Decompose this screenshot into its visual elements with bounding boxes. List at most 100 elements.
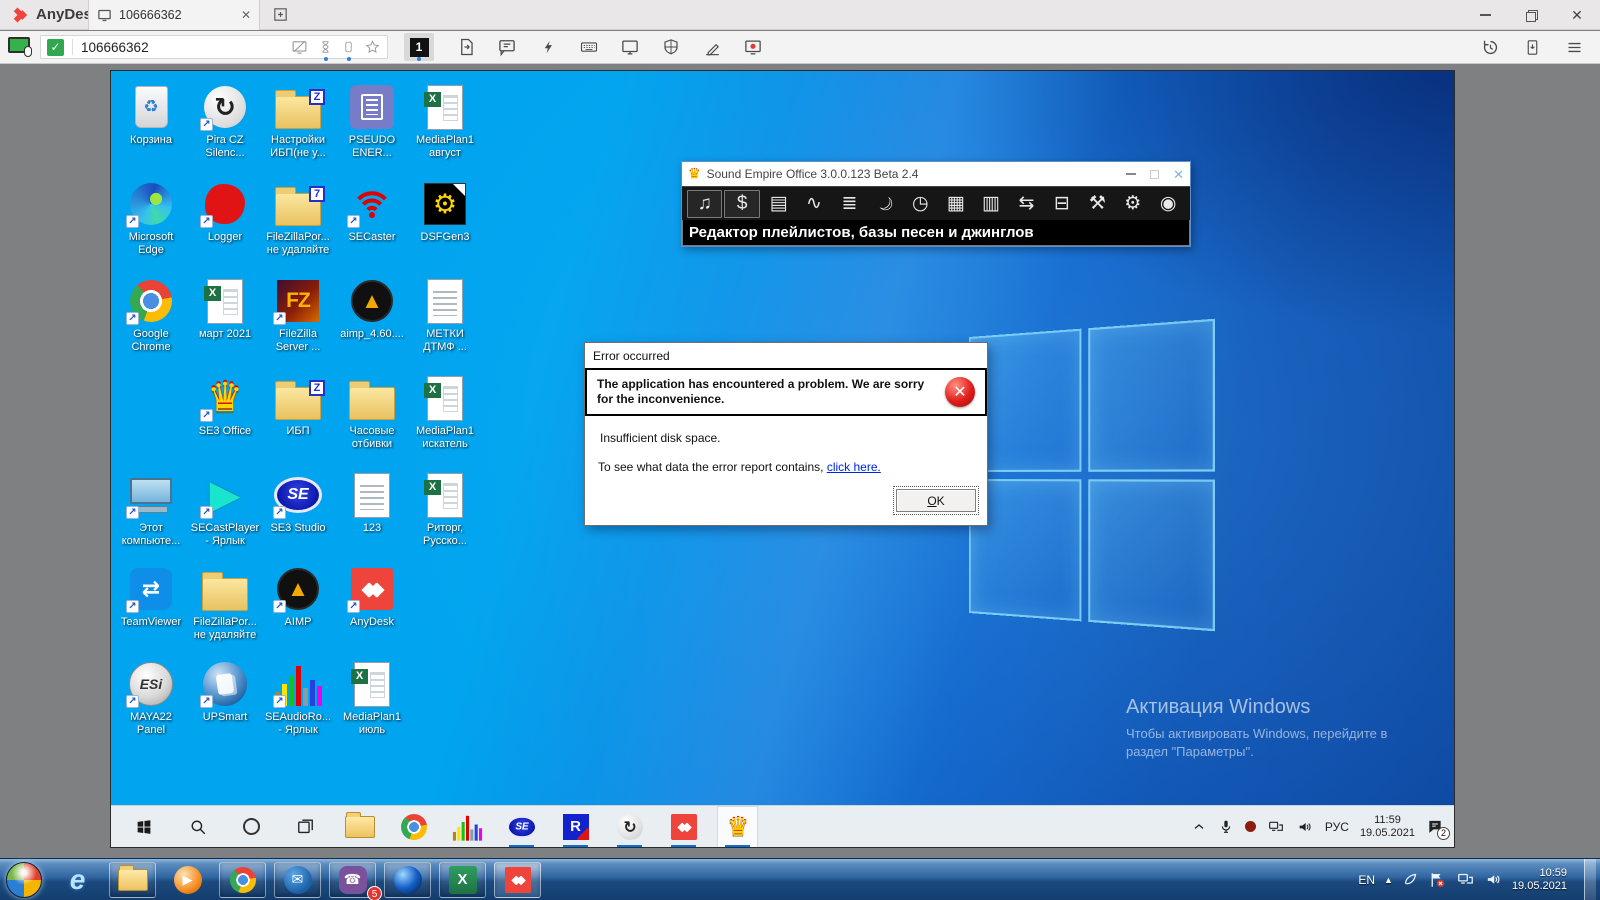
new-tab-button[interactable] [272, 6, 289, 23]
desktop-icon-dsfgen3[interactable]: ⚙DSFGen3 [409, 180, 481, 244]
desktop-icon-mart-2021[interactable]: Xмарт 2021 [189, 277, 261, 341]
desktop-icon-doc-123[interactable]: 123 [336, 471, 408, 535]
taskbar-item-sound-empire[interactable]: ♛ [717, 806, 758, 848]
desktop-icon-ritorg[interactable]: XРиторг, Русско... [409, 471, 481, 548]
action-center-icon[interactable]: 2 [1426, 818, 1444, 835]
host-volume-icon[interactable] [1484, 871, 1503, 888]
menu-button[interactable] [1562, 35, 1586, 59]
host-network-icon[interactable] [1456, 871, 1475, 888]
volume-icon[interactable] [1296, 819, 1314, 835]
desktop-icon-google-chrome[interactable]: ↗Google Chrome [115, 277, 187, 354]
desktop-icon-anydesk[interactable]: ◆◆↗AnyDesk [336, 565, 408, 629]
tray-expand-icon[interactable] [1191, 819, 1207, 835]
se-tool-gear[interactable]: ⚙ [1116, 190, 1149, 218]
se-tool-swap-arrows[interactable]: ⇆ [1010, 190, 1043, 218]
desktop-icon-pira-cz-silencer[interactable]: ↻↗Pira CZ Silenc... [189, 83, 261, 160]
show-desktop-button[interactable] [1584, 859, 1596, 900]
file-transfer-button[interactable] [454, 35, 478, 59]
keyboard-button[interactable] [577, 35, 601, 59]
se-tool-dollar[interactable]: $ [724, 190, 759, 218]
se-tool-music[interactable]: ♫ [687, 190, 722, 218]
taskbar-item-start[interactable] [123, 806, 164, 848]
taskbar-item-se-app[interactable]: SE [501, 806, 542, 848]
desktop-icon-logger[interactable]: ↗Logger [189, 180, 261, 244]
desktop-icon-upsmart[interactable]: ↗UPSmart [189, 660, 261, 724]
chat-button[interactable] [495, 35, 519, 59]
desktop-icon-seaudiorouter[interactable]: ↗SEAudioRo... - Ярлык [262, 660, 334, 737]
taskbar-item-file-explorer[interactable] [339, 806, 380, 848]
se-tool-notebook[interactable]: ▥ [974, 190, 1007, 218]
desktop-icon-se3-office[interactable]: ♛↗SE3 Office [189, 374, 261, 438]
desktop-icon-metki-dtmf[interactable]: МЕТКИ ДТМФ ... [409, 277, 481, 354]
remote-language-indicator[interactable]: РУС [1325, 820, 1349, 834]
favorites-star-icon[interactable] [364, 39, 381, 55]
desktop-icon-filezilla-portable-folder-2[interactable]: FileZillaPor... не удаляйте [189, 565, 261, 642]
address-field[interactable]: ✓ 106666362 [40, 35, 388, 59]
se-tool-eye[interactable]: ◉ [1151, 190, 1184, 218]
host-taskbar-item-thunderbird[interactable]: ✉ [274, 862, 321, 898]
desktop-icon-filezilla-server[interactable]: FZ↗FileZilla Server ... [262, 277, 334, 354]
display-button[interactable] [618, 35, 642, 59]
host-language-indicator[interactable]: EN [1358, 873, 1375, 887]
desktop-icon-maya22-panel[interactable]: ESi↗MAYA22 Panel [115, 660, 187, 737]
host-clock[interactable]: 10:59 19.05.2021 [1512, 867, 1567, 893]
host-taskbar-item-file-explorer[interactable] [109, 862, 156, 898]
window-close-button[interactable]: ✕ [1554, 0, 1600, 30]
se-tool-clock[interactable]: ◷ [904, 190, 937, 218]
pen-tray-icon[interactable] [1402, 871, 1419, 888]
se-tool-database[interactable]: ⊟ [1045, 190, 1078, 218]
desktop-icon-recycle-bin[interactable]: ♻Корзина [115, 83, 187, 147]
sound-empire-titlebar[interactable]: ♛ Sound Empire Office 3.0.0.123 Beta 2.4… [682, 162, 1190, 186]
taskbar-item-anydesk[interactable]: ◆◆ [663, 806, 704, 848]
host-start-button[interactable] [6, 862, 42, 898]
host-taskbar-item-blue-app[interactable] [384, 862, 431, 898]
desktop-icon-chasovye-otbivki[interactable]: Часовые отбивки [336, 374, 408, 451]
taskbar-item-pira-cz[interactable]: ↻ [609, 806, 650, 848]
host-taskbar-item-media-player[interactable]: ▶ [164, 862, 211, 898]
taskbar-item-chrome[interactable] [393, 806, 434, 848]
microphone-icon[interactable] [1218, 819, 1234, 835]
desktop-icon-pseudo-ener[interactable]: PSEUDO ENER... [336, 83, 408, 160]
se-close-button[interactable]: ✕ [1173, 168, 1184, 181]
desktop-icon-teamviewer[interactable]: ⇄↗TeamViewer [115, 565, 187, 629]
window-restore-button[interactable] [1508, 0, 1554, 30]
network-icon[interactable] [1267, 819, 1285, 835]
actions-button[interactable] [536, 35, 560, 59]
se-tool-playlist[interactable]: ≣ [833, 190, 866, 218]
desktop-icon-aimp-setup[interactable]: ▲aimp_4.60.... [336, 277, 408, 341]
desktop-icon-aimp[interactable]: ▲↗AIMP [262, 565, 334, 629]
desktop-icon-secaster[interactable]: ↗SECaster [336, 180, 408, 244]
taskbar-item-cortana[interactable] [231, 806, 272, 848]
desktop-icon-ibp-folder[interactable]: ZИБП [262, 374, 334, 438]
phone-icon[interactable] [342, 39, 355, 55]
desktop-icon-mediaplan1-iskatel[interactable]: XMediaPlan1 искатель [409, 374, 481, 451]
recording-dot-icon[interactable] [1245, 821, 1256, 832]
monitor-off-icon[interactable] [290, 39, 309, 56]
desktop-icon-mediaplan1-iyul[interactable]: XMediaPlan1 июль [336, 660, 408, 737]
se-tool-waveform[interactable]: ∿ [797, 190, 830, 218]
se-minimize-button[interactable] [1126, 173, 1136, 175]
desktop-icon-this-pc[interactable]: ↗Этот компьюте... [115, 471, 187, 548]
desktop-icon-filezilla-portable-folder[interactable]: 7FileZillaPor... не удаляйте [262, 180, 334, 257]
session-tab[interactable]: 106666362 ✕ [88, 0, 260, 30]
history-button[interactable] [1478, 35, 1502, 59]
se-maximize-button[interactable] [1150, 170, 1159, 179]
desktop-icon-secastplayer[interactable]: ▶↗SECastPlayer - Ярлык [189, 471, 261, 548]
se-tool-satellite[interactable]: ☽ [863, 182, 907, 225]
record-button[interactable] [741, 35, 765, 59]
desktop-icon-microsoft-edge[interactable]: ↗Microsoft Edge [115, 180, 187, 257]
monitor-1-button[interactable]: 1 [404, 33, 434, 61]
hourglass-icon[interactable] [318, 39, 333, 55]
taskbar-item-search[interactable] [177, 806, 218, 848]
host-taskbar-item-chrome[interactable] [219, 862, 266, 898]
desktop-icon-mediaplan1-avgust[interactable]: XMediaPlan1 август [409, 83, 481, 160]
error-report-link[interactable]: click here. [827, 460, 881, 474]
host-taskbar-item-internet-explorer[interactable]: e [54, 862, 101, 898]
taskbar-item-r-app[interactable]: R [555, 806, 596, 848]
action-center-flag-icon[interactable] [1428, 871, 1447, 889]
taskbar-item-task-view[interactable] [285, 806, 326, 848]
update-button[interactable] [1520, 35, 1544, 59]
desktop-icon-se3-studio[interactable]: SE↗SE3 Studio [262, 471, 334, 535]
permissions-button[interactable] [659, 35, 683, 59]
desktop-icon-nastroyki-ibp-folder[interactable]: ZНастройки ИБП(не у... [262, 83, 334, 160]
